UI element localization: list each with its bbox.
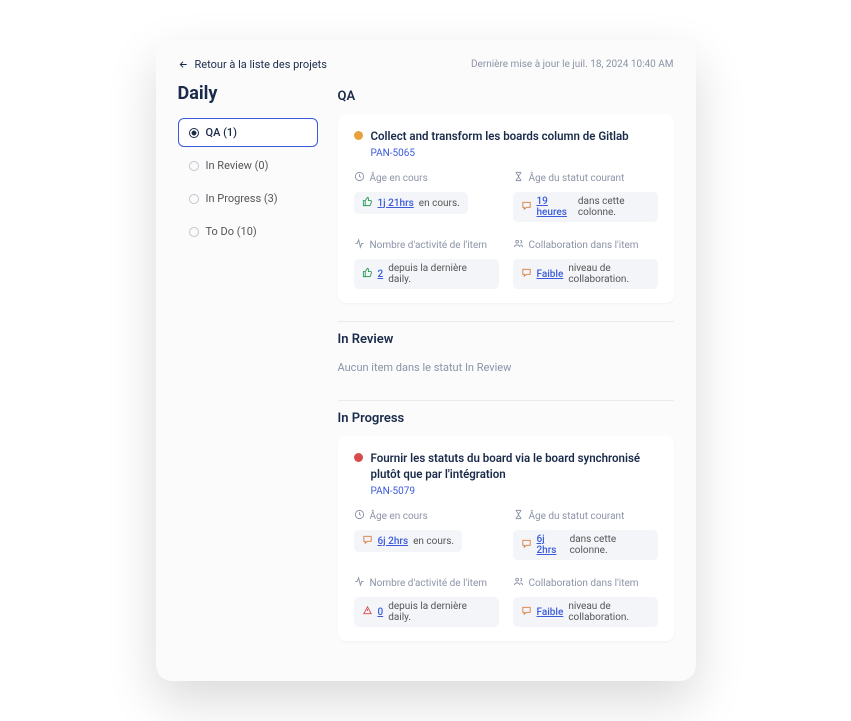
- back-label: Retour à la liste des projets: [195, 58, 327, 71]
- stat-pill: 6j 2hrs dans cette colonne.: [513, 530, 658, 560]
- sidebar: Daily QA (1) In Review (0) In Progress (3)…: [178, 83, 318, 659]
- stat-heading: Âge en cours: [354, 509, 499, 523]
- stat-status-age: Âge du statut courant 6j 2hrs dans cette …: [513, 509, 658, 560]
- stat-pill: Faible niveau de collaboration.: [513, 259, 658, 289]
- clock-icon: [354, 171, 365, 185]
- issue-card: Collect and transform les boards column …: [338, 114, 674, 303]
- stat-age: Âge en cours 1j 21hrs en cours.: [354, 171, 499, 222]
- stat-pill: 6j 2hrs en cours.: [354, 530, 463, 552]
- msg-icon: [362, 534, 373, 548]
- warn-icon: [362, 605, 373, 619]
- section-heading: QA: [338, 83, 674, 114]
- tab-1[interactable]: In Review (0): [178, 151, 318, 180]
- radio-icon: [189, 227, 199, 237]
- tab-label: To Do (10): [206, 225, 257, 238]
- msg-icon: [521, 267, 532, 281]
- stat-suffix: en cours.: [413, 536, 454, 547]
- stat-heading: Collaboration dans l'item: [513, 238, 658, 252]
- tab-3[interactable]: To Do (10): [178, 217, 318, 246]
- content: QA Collect and transform les boards colum…: [338, 83, 674, 659]
- issue-title[interactable]: Collect and transform les boards column …: [371, 128, 629, 144]
- empty-message: Aucun item dans le statut In Review: [338, 357, 674, 392]
- tab-0[interactable]: QA (1): [178, 118, 318, 147]
- page-title: Daily: [178, 83, 318, 104]
- stat-pill: 0 depuis la dernière daily.: [354, 597, 499, 627]
- stat-suffix: en cours.: [419, 198, 460, 209]
- stat-collab: Collaboration dans l'item Faible niveau d…: [513, 576, 658, 627]
- stat-activity: Nombre d'activité de l'item 0 depuis la d…: [354, 576, 499, 627]
- stat-pill: 19 heures dans cette colonne.: [513, 192, 658, 222]
- stat-suffix: depuis la dernière daily.: [388, 601, 490, 623]
- issue-header: Collect and transform les boards column …: [354, 128, 658, 144]
- issue-card: Fournir les statuts du board via le boar…: [338, 436, 674, 641]
- stat-heading: Collaboration dans l'item: [513, 576, 658, 590]
- stat-suffix: dans cette colonne.: [570, 534, 650, 556]
- status-dot-icon: [354, 131, 363, 140]
- stat-status-age: Âge du statut courant 19 heures dans cett…: [513, 171, 658, 222]
- issue-title[interactable]: Fournir les statuts du board via le boar…: [371, 450, 658, 482]
- stat-pill: Faible niveau de collaboration.: [513, 597, 658, 627]
- arrow-left-icon: [178, 59, 189, 70]
- stat-suffix: dans cette colonne.: [578, 196, 650, 218]
- stat-age: Âge en cours 6j 2hrs en cours.: [354, 509, 499, 560]
- msg-icon: [521, 200, 532, 214]
- app-window: Retour à la liste des projets Dernière m…: [156, 40, 696, 681]
- stat-suffix: niveau de collaboration.: [568, 263, 649, 285]
- status-dot-icon: [354, 453, 363, 462]
- back-link[interactable]: Retour à la liste des projets: [178, 58, 327, 71]
- stat-value[interactable]: Faible: [537, 607, 564, 618]
- clock-icon: [354, 509, 365, 523]
- section-heading: In Progress: [338, 405, 674, 436]
- msg-icon: [521, 538, 532, 552]
- issue-header: Fournir les statuts du board via le boar…: [354, 450, 658, 482]
- radio-icon: [189, 128, 199, 138]
- stat-suffix: niveau de collaboration.: [568, 601, 649, 623]
- users-icon: [513, 576, 524, 590]
- radio-icon: [189, 161, 199, 171]
- stat-value[interactable]: 6j 2hrs: [378, 536, 409, 547]
- radio-icon: [189, 194, 199, 204]
- tab-label: In Progress (3): [206, 192, 278, 205]
- stat-suffix: depuis la dernière daily.: [388, 263, 490, 285]
- stats-grid: Âge en cours 6j 2hrs en cours. Âge du stat…: [354, 509, 658, 627]
- stat-heading: Âge du statut courant: [513, 509, 658, 523]
- hourglass-icon: [513, 171, 524, 185]
- stat-value[interactable]: 6j 2hrs: [537, 534, 565, 556]
- tab-label: In Review (0): [206, 159, 269, 172]
- activity-icon: [354, 238, 365, 252]
- stats-grid: Âge en cours 1j 21hrs en cours. Âge du sta…: [354, 171, 658, 289]
- stat-pill: 1j 21hrs en cours.: [354, 192, 468, 214]
- hourglass-icon: [513, 509, 524, 523]
- stat-heading: Âge du statut courant: [513, 171, 658, 185]
- thumb-icon: [362, 196, 373, 210]
- msg-icon: [521, 605, 532, 619]
- stat-value[interactable]: Faible: [537, 269, 564, 280]
- main: Daily QA (1) In Review (0) In Progress (3)…: [178, 83, 674, 659]
- tab-label: QA (1): [206, 126, 238, 139]
- issue-key[interactable]: PAN-5079: [371, 486, 658, 497]
- stat-heading: Âge en cours: [354, 171, 499, 185]
- stat-collab: Collaboration dans l'item Faible niveau d…: [513, 238, 658, 289]
- section-heading: In Review: [338, 326, 674, 357]
- activity-icon: [354, 576, 365, 590]
- users-icon: [513, 238, 524, 252]
- tab-2[interactable]: In Progress (3): [178, 184, 318, 213]
- stat-heading: Nombre d'activité de l'item: [354, 576, 499, 590]
- stat-value[interactable]: 0: [378, 607, 384, 618]
- topbar: Retour à la liste des projets Dernière m…: [178, 58, 674, 71]
- stat-activity: Nombre d'activité de l'item 2 depuis la d…: [354, 238, 499, 289]
- stat-pill: 2 depuis la dernière daily.: [354, 259, 499, 289]
- stat-value[interactable]: 1j 21hrs: [378, 198, 414, 209]
- thumb-icon: [362, 267, 373, 281]
- stat-value[interactable]: 2: [378, 269, 384, 280]
- issue-key[interactable]: PAN-5065: [371, 148, 658, 159]
- tab-list: QA (1) In Review (0) In Progress (3) To Do …: [178, 118, 318, 246]
- last-updated: Dernière mise à jour le juil. 18, 2024 1…: [471, 59, 674, 70]
- stat-value[interactable]: 19 heures: [537, 196, 573, 218]
- stat-heading: Nombre d'activité de l'item: [354, 238, 499, 252]
